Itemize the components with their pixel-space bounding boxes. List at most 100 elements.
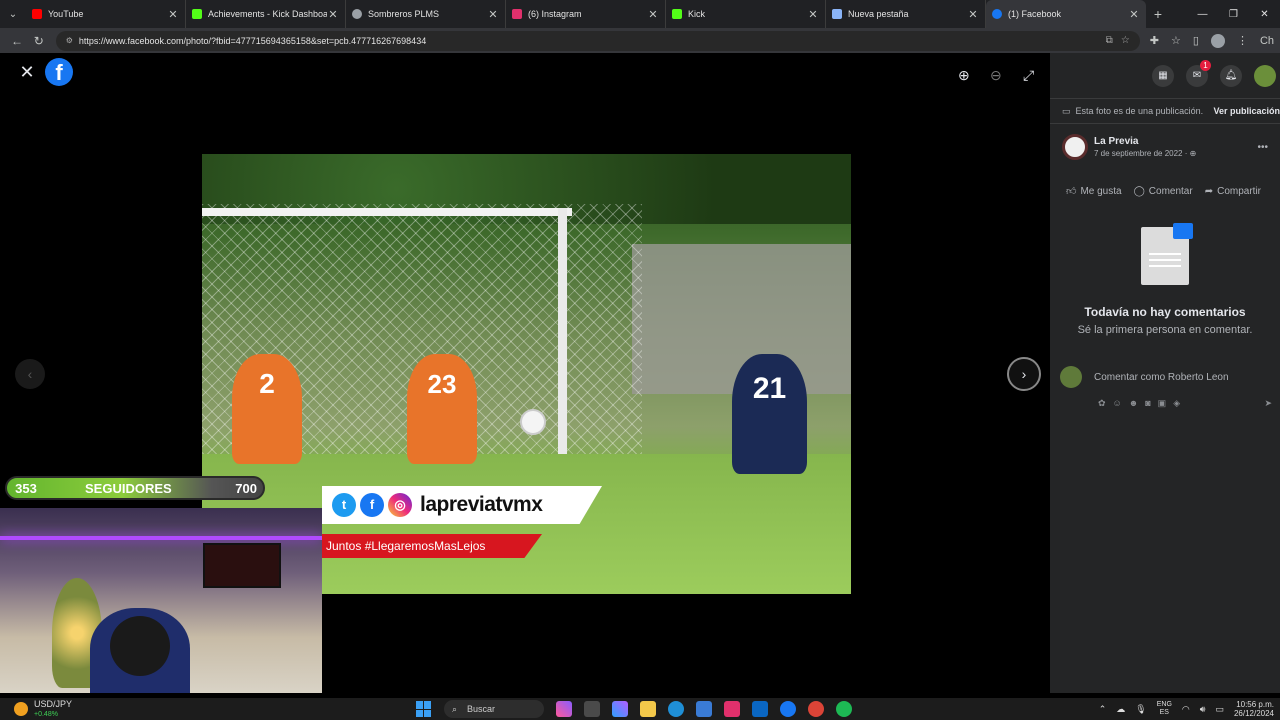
new-tab-button[interactable]: + (1146, 6, 1170, 22)
previous-photo-button[interactable]: ‹ (15, 359, 45, 389)
info-icon: ▭ (1062, 105, 1071, 116)
tab-title: Achievements - Kick Dashboard (208, 9, 327, 19)
tab-youtube[interactable]: YouTube ✕ (26, 0, 186, 28)
task-view-icon[interactable] (584, 701, 600, 717)
taskbar-apps: ⌕ Buscar (416, 700, 852, 718)
chrome-icon[interactable] (808, 701, 824, 717)
file-explorer-icon[interactable] (640, 701, 656, 717)
tab-kick-dashboard[interactable]: Achievements - Kick Dashboard ✕ (186, 0, 346, 28)
author-avatar[interactable] (1062, 134, 1088, 160)
like-button[interactable]: 👍︎ Me gusta (1066, 185, 1122, 197)
extensions-icon[interactable]: ✚ (1150, 34, 1159, 47)
ai-app-icon[interactable] (612, 701, 628, 717)
instagram-icon[interactable] (724, 701, 740, 717)
post-info-row: ▭ Esta foto es de una publicación. Ver p… (1050, 99, 1280, 123)
tab-close-icon[interactable]: ✕ (1128, 8, 1140, 21)
wifi-icon[interactable]: ◠ (1182, 704, 1190, 715)
avatar-sticker-icon[interactable]: ✿ (1098, 398, 1106, 409)
tab-title: Nueva pestaña (848, 9, 909, 19)
comment-button[interactable]: ◯ Comentar (1134, 186, 1193, 197)
tab-close-icon[interactable]: ✕ (647, 8, 659, 21)
notifications-bell-icon[interactable]: 🔔︎ (1220, 64, 1242, 87)
store-icon[interactable] (696, 701, 712, 717)
player-orange-2: 2 (232, 354, 302, 464)
site-info-icon[interactable]: ⚙ (66, 36, 73, 45)
close-window-icon[interactable]: ✕ (1249, 9, 1280, 20)
mic-icon[interactable]: 🎙︎ (1135, 704, 1146, 715)
tab-close-icon[interactable]: ✕ (967, 8, 979, 21)
onedrive-icon[interactable]: ☁ (1116, 704, 1125, 715)
address-bar[interactable]: ⚙ https://www.facebook.com/photo/?fbid=4… (55, 30, 1140, 51)
tab-close-icon[interactable]: ✕ (167, 8, 179, 21)
facebook-logo[interactable]: f (45, 58, 73, 86)
info-text: Esta foto es de una publicación. (1075, 106, 1204, 116)
next-photo-button[interactable]: › (1007, 357, 1041, 391)
comment-input[interactable]: Comentar como Roberto Leon (1094, 372, 1229, 383)
gif-icon[interactable]: ▣ (1158, 398, 1167, 409)
copilot-icon[interactable] (556, 701, 572, 717)
bookmarks-icon[interactable]: ☆ (1171, 34, 1181, 47)
no-comments-subtitle: Sé la primera persona en comentar. (1077, 324, 1253, 336)
smiley-icon[interactable]: ☻ (1129, 398, 1138, 409)
account-avatar[interactable] (1254, 64, 1276, 87)
zoom-out-icon[interactable]: ⊖ (990, 67, 1002, 84)
menu-kebab-icon[interactable]: ⋮ (1237, 34, 1248, 47)
share-button[interactable]: ➦ Compartir (1205, 186, 1261, 197)
author-row: La Previa 7 de septiembre de 2022 · ⊕ ••… (1050, 124, 1280, 160)
view-post-link[interactable]: Ver publicación (1213, 106, 1280, 116)
tab-close-icon[interactable]: ✕ (807, 8, 819, 21)
tab-instagram[interactable]: (6) Instagram ✕ (506, 0, 666, 28)
windows-start-icon[interactable] (416, 701, 432, 717)
tray-overflow-icon[interactable]: ⌃ (1099, 704, 1107, 715)
camera-icon[interactable]: ◙ (1145, 398, 1150, 409)
author-name[interactable]: La Previa (1094, 136, 1196, 147)
back-arrow-icon[interactable]: ← (6, 34, 28, 48)
zoom-in-icon[interactable]: ⊕ (958, 67, 970, 84)
tab-new-tab[interactable]: Nueva pestaña ✕ (826, 0, 986, 28)
reload-icon[interactable]: ↻ (28, 34, 50, 48)
tab-search-menu-button[interactable]: ⌄ (0, 0, 26, 28)
close-viewer-icon[interactable]: ✕ (18, 63, 36, 81)
globe-icon: ⊕ (1189, 149, 1197, 158)
edge-icon[interactable] (668, 701, 684, 717)
messenger-icon[interactable]: ✉ 1 (1186, 59, 1211, 87)
bookmark-star-icon[interactable]: ☆ (1121, 35, 1130, 46)
clock[interactable]: 10:56 p.m. 26/12/2024 (1234, 700, 1274, 718)
app-icon[interactable] (752, 701, 768, 717)
spotify-icon[interactable] (836, 701, 852, 717)
menu-grid-icon[interactable]: ▦ (1152, 64, 1174, 87)
emoji-icon[interactable]: ☺ (1113, 398, 1122, 409)
tab-kick[interactable]: Kick ✕ (666, 0, 826, 28)
tab-close-icon[interactable]: ✕ (487, 8, 499, 21)
thumbs-up-icon: 👍︎ (1066, 186, 1077, 197)
language-indicator[interactable]: ENG ES (1157, 701, 1172, 717)
commenter-avatar (1060, 366, 1082, 388)
market-widget[interactable]: USD/JPY +0.48% (14, 699, 72, 719)
background-tv (203, 543, 281, 588)
instagram-icon (512, 9, 522, 19)
taskbar-search[interactable]: ⌕ Buscar (444, 700, 544, 718)
fb-top-nav: ▦ ✉ 1 🔔︎ (1050, 53, 1280, 98)
post-date[interactable]: 7 de septiembre de 2022 · ⊕ (1094, 149, 1196, 158)
fullscreen-icon[interactable]: ⤢ (1023, 67, 1034, 84)
url-text: https://www.facebook.com/photo/?fbid=477… (78, 35, 427, 46)
battery-icon[interactable]: ▭ (1215, 704, 1224, 715)
more-options-icon[interactable]: ••• (1257, 142, 1268, 153)
sticker-icon[interactable]: ◈ (1173, 398, 1180, 409)
tab-sombreros[interactable]: Sombreros PLMS ✕ (346, 0, 506, 28)
chrome-profile-label[interactable]: Ch (1260, 35, 1274, 47)
tab-close-icon[interactable]: ✕ (327, 8, 339, 21)
profile-avatar[interactable] (1210, 33, 1225, 48)
followers-label: SEGUIDORES (85, 480, 172, 496)
minimize-icon[interactable]: — (1187, 9, 1218, 20)
kick-icon (192, 9, 202, 19)
sidebar-icon[interactable]: ▯ (1193, 34, 1199, 47)
social-handle: lapreviatvmx (420, 493, 543, 516)
install-app-icon[interactable]: ⧉ (1106, 35, 1113, 46)
send-icon[interactable]: ➤ (1264, 398, 1272, 409)
tab-facebook[interactable]: (1) Facebook ✕ (986, 0, 1146, 28)
maximize-icon[interactable]: ❐ (1218, 9, 1249, 20)
volume-icon[interactable]: 🔊︎ (1200, 704, 1206, 715)
system-tray: ⌃ ☁ 🎙︎ ENG ES ◠ 🔊︎ ▭ 10:56 p.m. 26/12/2024 (1099, 700, 1280, 718)
facebook-icon[interactable] (780, 701, 796, 717)
